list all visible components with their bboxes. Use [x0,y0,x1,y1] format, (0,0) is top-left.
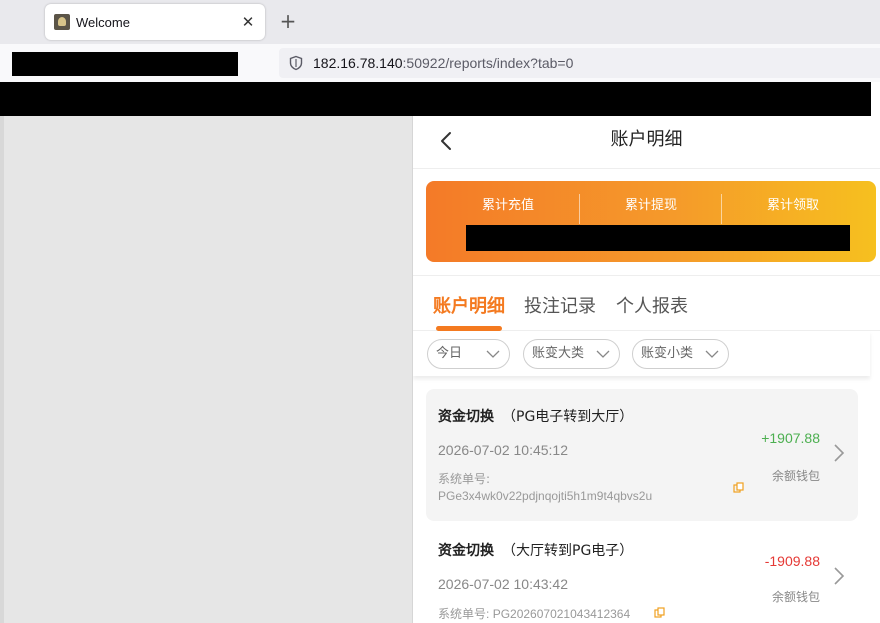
browser-tabstrip: Welcome ✕ + [0,0,880,44]
left-blank-pane [0,116,413,623]
new-tab-button[interactable]: + [278,11,298,31]
record-amount: +1907.88 [761,430,820,446]
tab-account-details[interactable]: 账户明细 [433,292,505,318]
stat-total-withdraw-label: 累计提现 [624,198,677,213]
pane-edge [0,116,4,623]
filter-bar: 今日 账变大类 账变小类 [413,331,870,376]
redacted-block [12,52,238,76]
record-order-number: PG202607021043412364 [492,607,631,621]
record-order-line: 系统单号: PG202607021043412364 [438,605,630,622]
chevron-down-icon [596,350,610,358]
filter-category-label: 账变大类 [532,346,585,361]
mobile-app-view: 账户明细 累计充值 累计提现 累计领取 账户明细 投注记录 个人报表 今日 账变… [413,116,880,623]
redacted-bookmarks-bar [0,82,871,116]
back-arrow-icon[interactable] [435,129,459,153]
report-tabs: 账户明细 投注记录 个人报表 [413,276,880,331]
address-bar[interactable]: 182.16.78.140:50922/reports/index?tab=0 [279,48,880,78]
copy-icon[interactable] [733,482,744,493]
record-time: 2026-07-02 10:43:42 [438,576,568,592]
record-title: 资金切换 （大厅转到PG电子） [438,540,633,560]
record-amount: -1909.88 [764,553,820,569]
chevron-down-icon [486,350,500,358]
url-host: 182.16.78.140 [313,55,403,71]
filter-subcategory-select[interactable]: 账变小类 [632,339,729,369]
record-order-number: PGe3x4wk0v22pdjnqojti5h1m9t4qbvs2u [438,489,653,503]
filter-date-select[interactable]: 今日 [427,339,510,369]
record-detail: （PG电子转到大厅） [502,409,634,425]
site-favicon-icon [54,14,70,30]
record-title: 资金切换 （PG电子转到大厅） [438,406,633,426]
browser-navbar: 182.16.78.140:50922/reports/index?tab=0 [0,44,880,82]
tab-title: Welcome [76,14,130,30]
record-wallet: 余额钱包 [771,590,820,604]
close-tab-icon[interactable]: ✕ [239,13,257,31]
chevron-right-icon[interactable] [832,442,846,464]
record-card[interactable]: 资金切换 （PG电子转到大厅） 2026-07-02 10:45:12 系统单号:… [426,389,858,521]
record-type: 资金切换 [438,409,494,425]
tab-bet-records[interactable]: 投注记录 [524,292,596,318]
chevron-down-icon [705,350,719,358]
copy-icon[interactable] [654,607,665,618]
tab-personal-report[interactable]: 个人报表 [616,292,688,318]
chevron-right-icon[interactable] [832,565,846,587]
url-path: :50922/reports/index?tab=0 [402,55,574,71]
stat-total-claim-label: 累计领取 [766,198,819,213]
url-text: 182.16.78.140:50922/reports/index?tab=0 [313,55,573,71]
page-title: 账户明细 [610,129,683,150]
filter-category-select[interactable]: 账变大类 [523,339,620,369]
shield-icon [289,55,303,71]
filter-date-label: 今日 [436,346,463,361]
record-detail: （大厅转到PG电子） [502,543,634,559]
record-wallet: 余额钱包 [771,469,820,483]
summary-stats-card: 累计充值 累计提现 累计领取 [426,181,876,262]
record-order-label: 系统单号: [438,472,491,486]
redacted-values [466,225,850,251]
stat-total-deposit-label: 累计充值 [481,198,534,213]
filter-subcategory-label: 账变小类 [641,346,694,361]
record-card[interactable]: 资金切换 （大厅转到PG电子） 2026-07-02 10:43:42 系统单号:… [426,527,858,623]
app-header: 账户明细 [413,116,880,169]
record-time: 2026-07-02 10:45:12 [438,442,568,458]
browser-tab-welcome[interactable]: Welcome ✕ [45,4,265,40]
record-order-label: 系统单号: [438,607,490,621]
record-type: 资金切换 [438,543,494,559]
